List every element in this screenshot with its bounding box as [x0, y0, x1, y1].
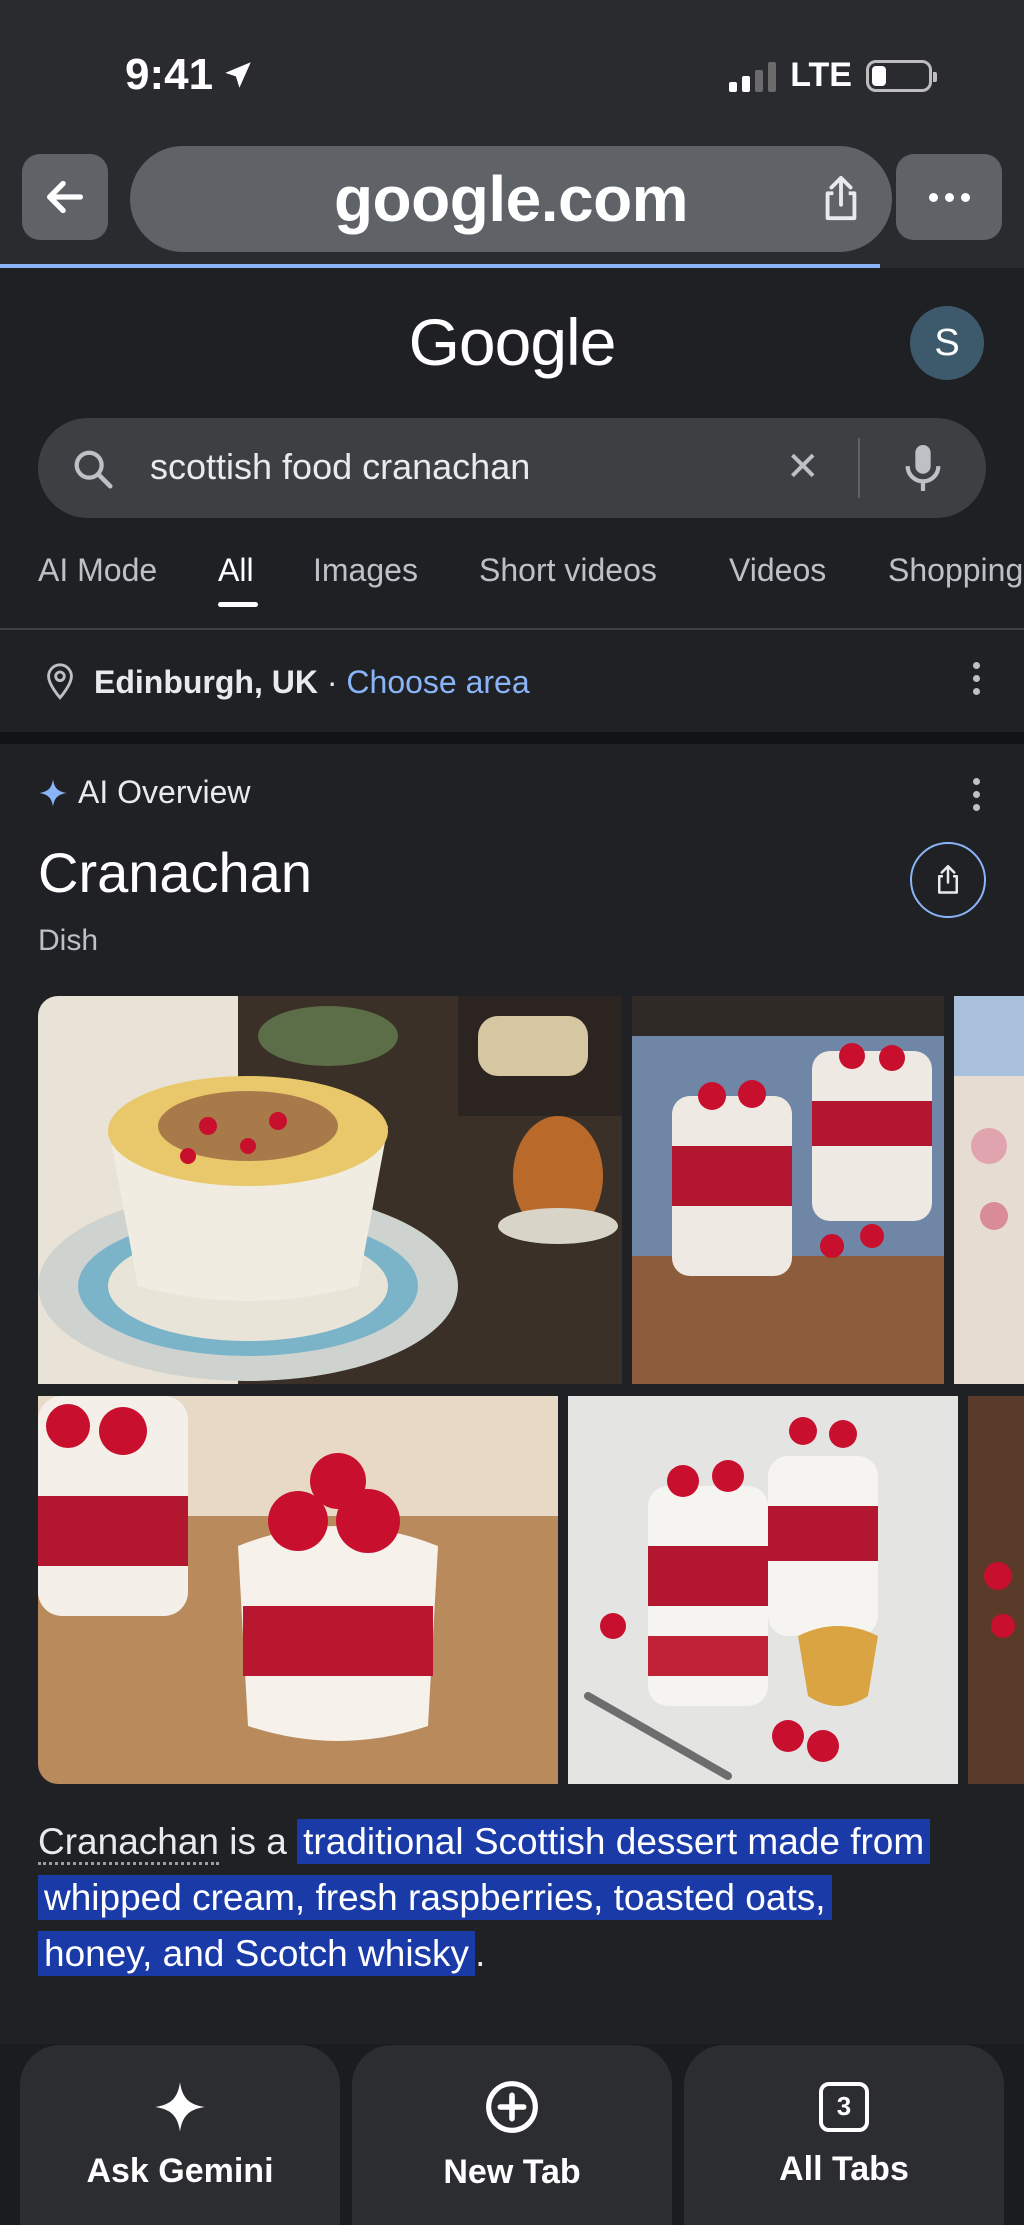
account-avatar[interactable]: S: [910, 306, 984, 380]
time-text: 9:41: [125, 50, 214, 99]
entity-term-link[interactable]: Cranachan: [38, 1821, 220, 1865]
bottom-toolbar: Ask Gemini New Tab 3 All Tabs: [0, 2044, 1024, 2225]
plus-circle-icon: [486, 2080, 538, 2133]
dessert-glasses-tray-photo: [632, 996, 944, 1384]
back-button[interactable]: [22, 154, 108, 240]
cranachan-image-5[interactable]: [568, 1396, 958, 1784]
back-arrow-icon: [46, 180, 84, 214]
location-place: Edinburgh, UK: [94, 664, 318, 700]
location-arrow-icon: [225, 62, 251, 88]
battery-icon: [866, 59, 937, 92]
ai-overview-text: Cranachan is a traditional Scottish dess…: [38, 1814, 998, 1982]
more-options-button[interactable]: [896, 154, 1002, 240]
dessert-bowl-photo: [38, 996, 622, 1384]
tab-ai-mode[interactable]: AI Mode: [38, 552, 157, 589]
highlight-line-1: traditional Scottish dessert made from: [297, 1819, 931, 1864]
search-input[interactable]: scottish food cranachan: [150, 446, 530, 488]
url-text: google.com: [333, 163, 689, 235]
highlight-line-3: honey, and Scotch whisky: [38, 1931, 476, 1976]
microphone-icon[interactable]: [900, 440, 946, 496]
entity-title: Cranachan: [38, 841, 312, 904]
dessert-glass-wood-photo: [38, 1396, 558, 1784]
share-icon[interactable]: [818, 174, 864, 224]
ai-overview-header: AI Overview: [38, 774, 250, 811]
signal-icon: [729, 60, 777, 92]
all-tabs-label: All Tabs: [779, 2149, 909, 2188]
tab-videos[interactable]: Videos: [729, 552, 826, 589]
address-bar[interactable]: google.com: [130, 146, 892, 252]
gemini-sparkle-icon: [155, 2081, 205, 2132]
highlight-line-2: whipped cream, fresh raspberries, toaste…: [38, 1875, 832, 1920]
entity-subtitle: Dish: [38, 924, 99, 957]
cranachan-image-6[interactable]: [968, 1396, 1024, 1784]
dessert-glasses-whisky-photo: [568, 1396, 958, 1784]
location-text: Edinburgh, UK · Choose area: [94, 664, 530, 701]
network-label: LTE: [790, 56, 852, 94]
choose-area-link[interactable]: Choose area: [346, 664, 529, 700]
ask-gemini-label: Ask Gemini: [86, 2151, 274, 2190]
section-divider: [0, 732, 1024, 744]
ai-overview-label: AI Overview: [78, 774, 251, 810]
active-tab-indicator: [218, 602, 258, 607]
tab-shopping[interactable]: Shopping: [888, 552, 1023, 589]
page: 9:41 LTE google.com Google S scottish fo…: [0, 0, 1024, 2225]
cranachan-image-1[interactable]: [38, 996, 622, 1384]
status-time: 9:41: [125, 50, 255, 100]
clear-icon[interactable]: ✕: [786, 444, 820, 490]
location-row: Edinburgh, UK · Choose area: [0, 632, 1024, 732]
tab-images[interactable]: Images: [313, 552, 418, 589]
dessert-partial-photo-2: [968, 1396, 1024, 1784]
overview-more-icon[interactable]: [973, 778, 980, 811]
cranachan-image-3[interactable]: [954, 996, 1024, 1384]
ai-overview-card: AI Overview Cranachan Dish Cranachan is …: [0, 744, 1024, 2044]
status-indicators: LTE: [729, 56, 937, 95]
google-logo[interactable]: Google: [0, 304, 1024, 380]
dessert-partial-photo: [954, 996, 1024, 1384]
cranachan-image-2[interactable]: [632, 996, 944, 1384]
sparkle-icon: [39, 778, 67, 807]
status-bar: 9:41 LTE: [0, 0, 1024, 142]
all-tabs-button[interactable]: 3 All Tabs: [684, 2045, 1004, 2225]
ask-gemini-button[interactable]: Ask Gemini: [20, 2045, 340, 2225]
location-pin-icon: [47, 663, 73, 700]
text-connector: is a: [219, 1821, 298, 1862]
new-tab-label: New Tab: [443, 2152, 581, 2191]
search-box[interactable]: scottish food cranachan ✕: [38, 418, 986, 518]
new-tab-button[interactable]: New Tab: [352, 2045, 672, 2225]
share-overview-button[interactable]: [910, 842, 986, 918]
search-icon: [74, 450, 113, 489]
search-divider: [858, 438, 860, 498]
text-end: .: [475, 1933, 486, 1974]
cranachan-image-4[interactable]: [38, 1396, 558, 1784]
tab-all[interactable]: All: [218, 552, 254, 589]
browser-toolbar: google.com: [0, 142, 1024, 268]
search-tabs: AI Mode All Images Short videos Videos S…: [0, 540, 1024, 630]
location-separator: ·: [317, 664, 347, 700]
tab-short-videos[interactable]: Short videos: [479, 552, 657, 589]
location-more-icon[interactable]: [973, 662, 980, 695]
google-header: Google S: [0, 268, 1024, 418]
share-icon: [938, 865, 958, 894]
tab-count-icon: 3: [819, 2081, 869, 2132]
